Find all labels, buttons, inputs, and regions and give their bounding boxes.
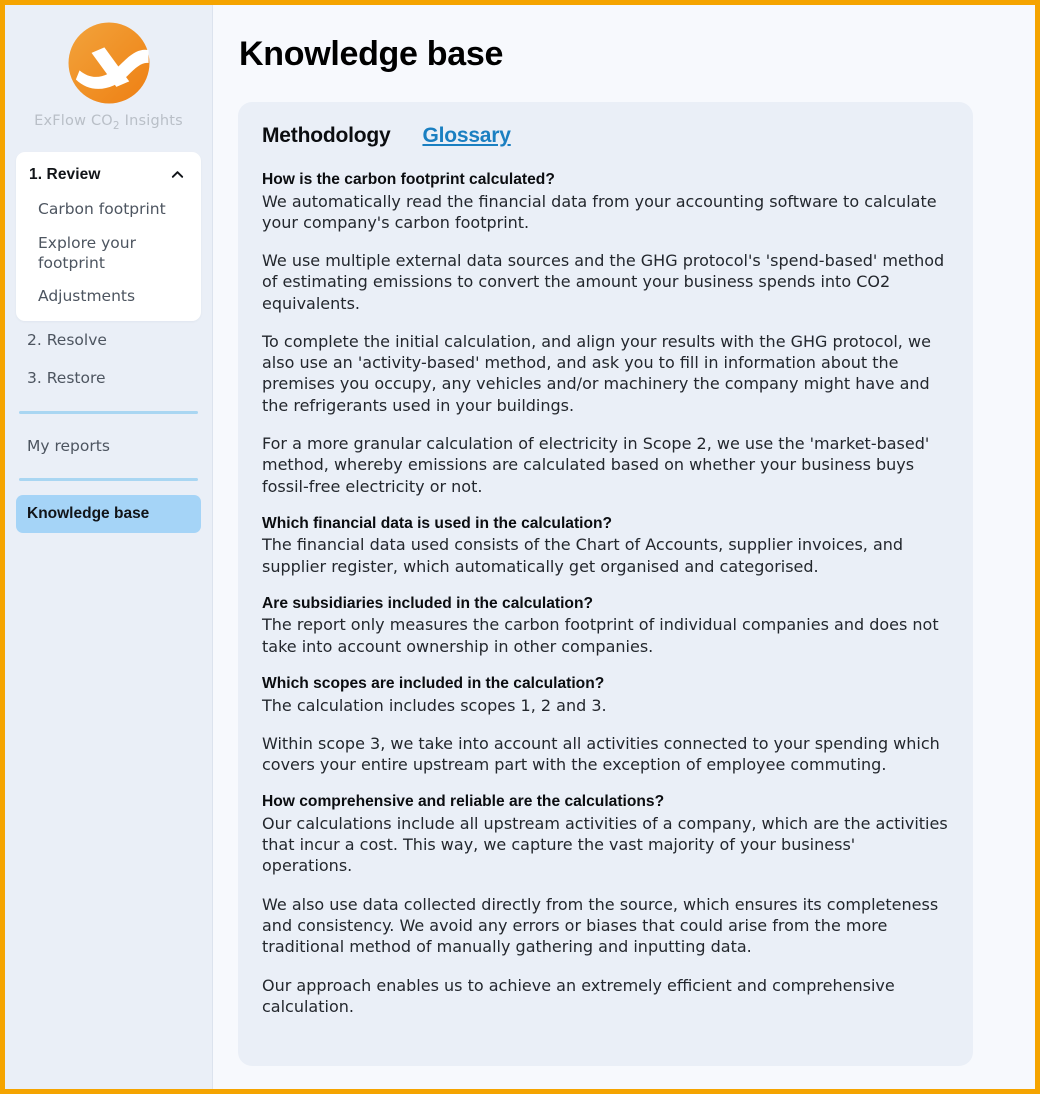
brand-name-main: ExFlow CO xyxy=(34,113,113,129)
sidebar-group-review: 1. Review Carbon footprint Explore your … xyxy=(16,151,201,322)
sidebar-item-knowledge-base[interactable]: Knowledge base xyxy=(16,495,201,534)
main-content: Knowledge base Methodology Glossary How … xyxy=(213,5,1035,1089)
brand-name-sub: 2 xyxy=(112,119,120,132)
sidebar-nav: 1. Review Carbon footprint Explore your … xyxy=(5,151,212,534)
logo-svg xyxy=(68,22,149,104)
sidebar-group-header-review[interactable]: 1. Review xyxy=(16,164,201,186)
sidebar-divider-top xyxy=(19,411,198,415)
faq-answer: We use multiple external data sources an… xyxy=(262,251,945,313)
chevron-up-icon[interactable] xyxy=(170,167,185,182)
sidebar-item-adjustments[interactable]: Adjustments xyxy=(16,287,201,307)
sidebar-divider-bottom xyxy=(19,478,198,482)
faq-answer: The report only measures the carbon foot… xyxy=(262,615,939,656)
sidebar: ExFlow CO2 Insights 1. Review Carbon foo… xyxy=(5,5,213,1089)
faq-answer: We also use data collected directly from… xyxy=(262,894,939,957)
faq-answer: The financial data used consists of the … xyxy=(262,535,904,576)
faq-answer: To complete the initial calculation, and… xyxy=(262,331,931,415)
faq-answer: We automatically read the financial data… xyxy=(262,191,937,232)
faq-answer: For a more granular calculation of elect… xyxy=(262,433,930,496)
sidebar-group-label: 1. Review xyxy=(29,165,101,183)
faq-question: How is the carbon footprint calculated? xyxy=(262,171,555,188)
faq-answer: Our calculations include all upstream ac… xyxy=(262,813,948,876)
sidebar-item-resolve[interactable]: 2. Resolve xyxy=(16,321,201,359)
faq-answer: The calculation includes scopes 1, 2 and… xyxy=(262,695,607,715)
page-title: Knowledge base xyxy=(239,35,504,73)
brand-name: ExFlow CO2 Insights xyxy=(5,113,212,132)
chevron-up-svg xyxy=(171,171,184,179)
faq-question: Are subsidiaries included in the calcula… xyxy=(262,594,594,612)
sidebar-item-explore-your-footprint[interactable]: Explore your footprint xyxy=(16,234,201,274)
tab-bar: Methodology Glossary xyxy=(262,124,949,148)
sidebar-item-restore[interactable]: 3. Restore xyxy=(16,359,201,397)
faq-content: How is the carbon footprint calculated? W… xyxy=(262,170,949,1017)
faq-question: Which scopes are included in the calcula… xyxy=(262,674,605,692)
brand: ExFlow CO2 Insights xyxy=(5,5,212,132)
faq-question: How comprehensive and reliable are the c… xyxy=(262,793,665,811)
tab-glossary[interactable]: Glossary xyxy=(422,124,510,148)
app-window: ExFlow CO2 Insights 1. Review Carbon foo… xyxy=(0,0,1040,1094)
faq-answer: Within scope 3, we take into account all… xyxy=(262,733,940,775)
sidebar-item-my-reports[interactable]: My reports xyxy=(16,428,201,464)
sidebar-item-carbon-footprint[interactable]: Carbon footprint xyxy=(16,200,201,220)
sidebar-group-items: Carbon footprint Explore your footprint … xyxy=(16,200,201,307)
faq-answer: Our approach enables us to achieve an ex… xyxy=(262,975,895,1016)
knowledge-base-card: Methodology Glossary How is the carbon f… xyxy=(238,102,973,1066)
tab-methodology[interactable]: Methodology xyxy=(262,124,391,148)
brand-name-tail: Insights xyxy=(119,113,183,129)
exflow-x-logo-icon xyxy=(63,17,155,109)
faq-question: Which financial data is used in the calc… xyxy=(262,514,613,532)
